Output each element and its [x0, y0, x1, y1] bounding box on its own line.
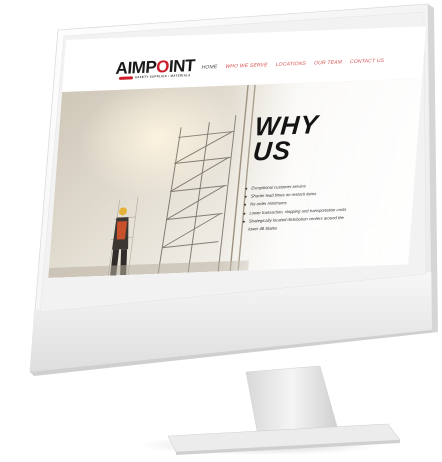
logo-swoosh-icon — [118, 76, 134, 80]
website-page: AIMPOINT SAFETY SUPPLIES • MATERIALS HOM… — [48, 26, 427, 278]
screen: AIMPOINT SAFETY SUPPLIES • MATERIALS HOM… — [8, 8, 442, 328]
product-mockup: AIMPOINT SAFETY SUPPLIES • MATERIALS HOM… — [0, 0, 442, 462]
nav-contact-us[interactable]: CONTACT US — [350, 58, 385, 65]
logo-tagline: SAFETY SUPPLIES • MATERIALS — [134, 73, 191, 80]
nav-our-team[interactable]: OUR TEAM — [314, 59, 342, 66]
hero-section: WHY US Exceptional customer service Shor… — [48, 78, 423, 278]
main-nav: HOME WHO WE SERVE LOCATIONS OUR TEAM CON… — [201, 58, 384, 71]
benefits-list: Exceptional customer service Shorter lea… — [241, 179, 395, 234]
nav-home[interactable]: HOME — [201, 64, 217, 71]
hero-text-backdrop — [218, 78, 423, 272]
company-logo[interactable]: AIMPOINT SAFETY SUPPLIES • MATERIALS — [115, 56, 197, 82]
nav-who-we-serve[interactable]: WHO WE SERVE — [225, 62, 268, 70]
hero-title: WHY US — [251, 109, 320, 167]
nav-locations[interactable]: LOCATIONS — [275, 61, 306, 68]
